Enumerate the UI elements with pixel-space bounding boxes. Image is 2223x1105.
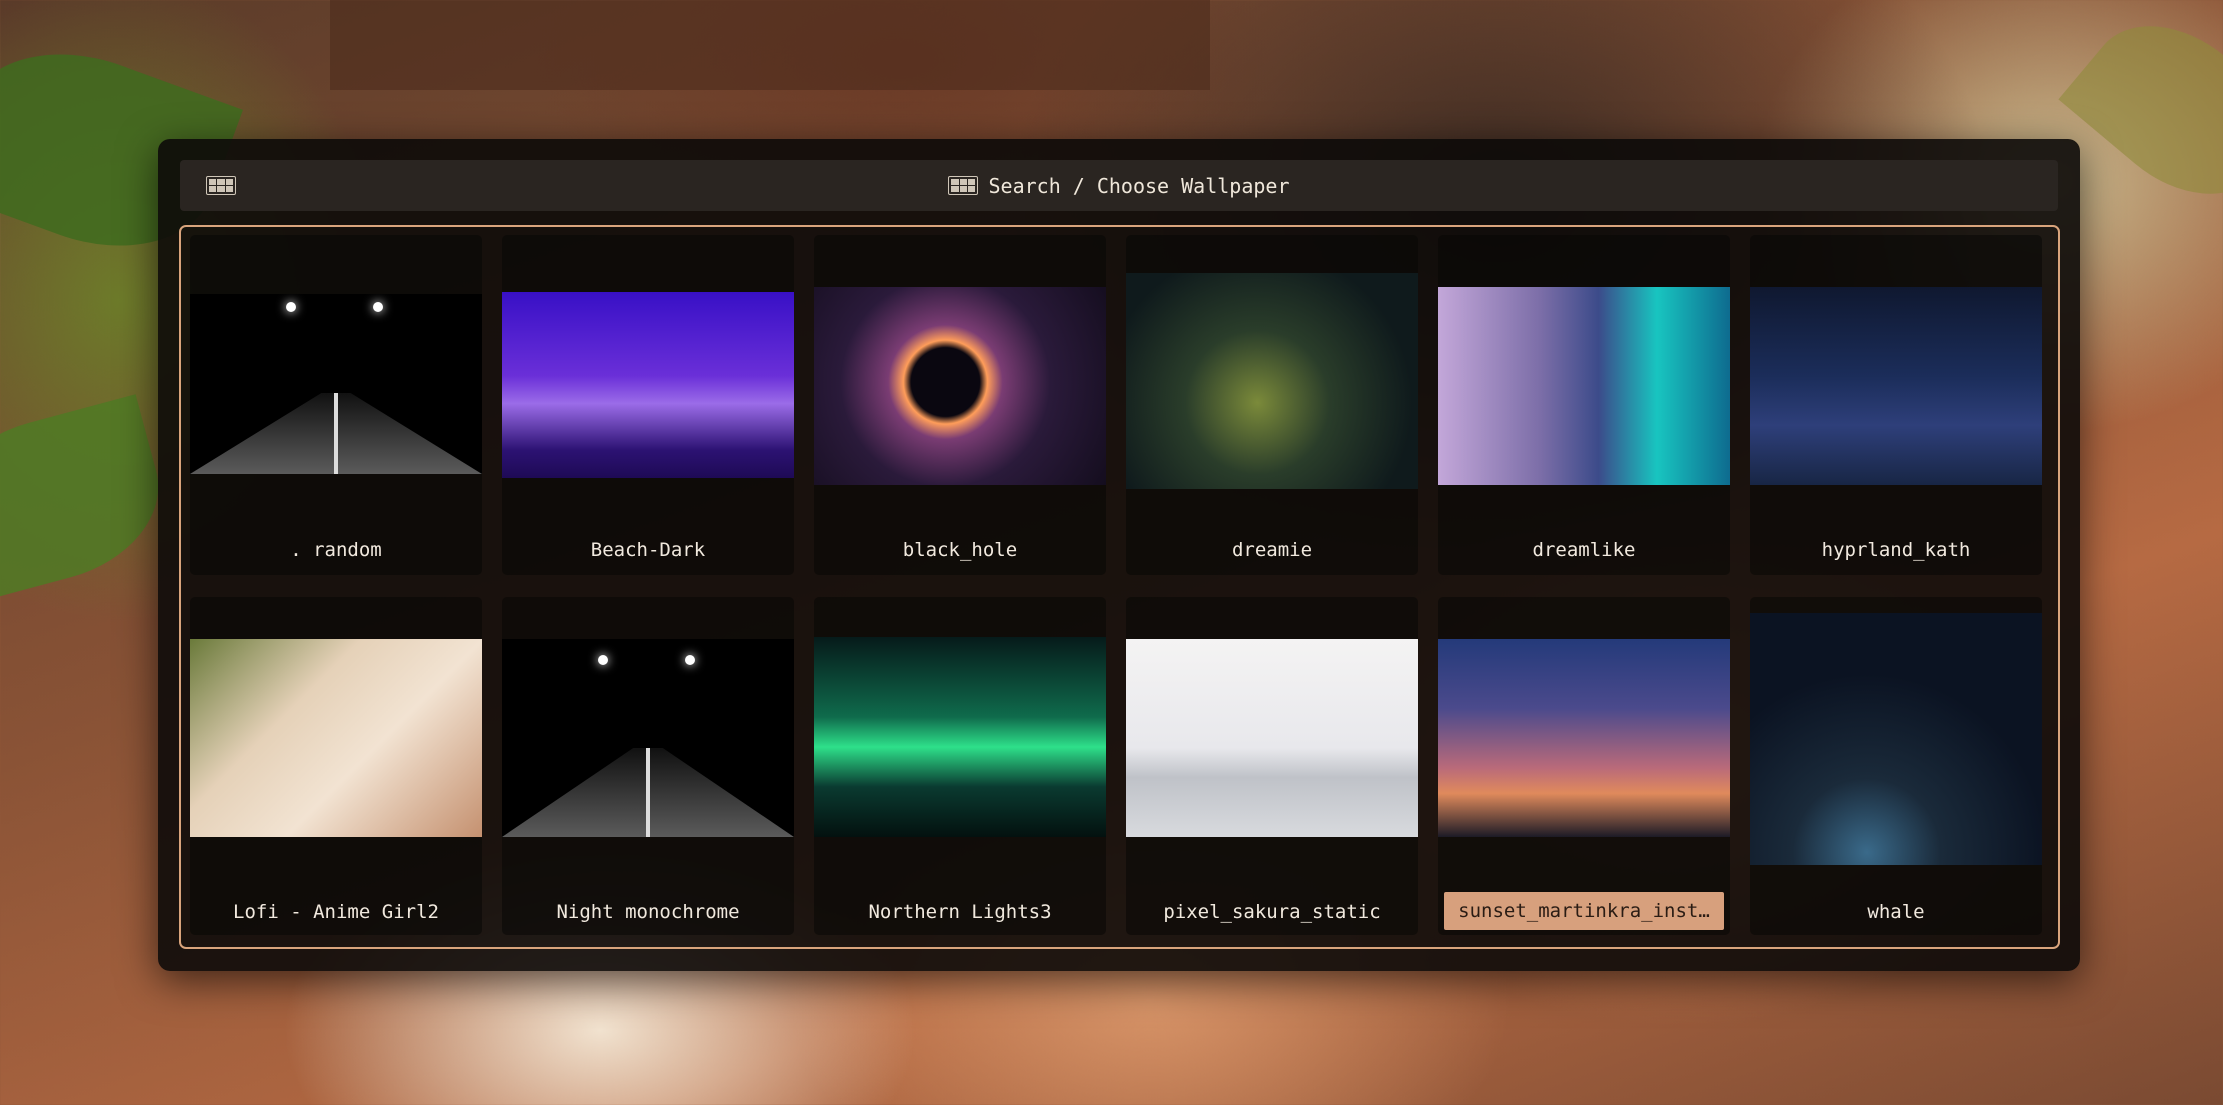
wallpaper-thumbnail <box>1126 639 1418 837</box>
wallpaper-thumbnail <box>502 639 794 837</box>
wallpaper-card-selected[interactable]: sunset_martinkra_inst… <box>1438 597 1730 935</box>
wallpaper-card[interactable]: dreamlike <box>1438 235 1730 575</box>
window-title-group: Search / Choose Wallpaper <box>948 173 1290 198</box>
wallpaper-card[interactable]: . random <box>190 235 482 575</box>
wallpaper-card[interactable]: Lofi - Anime Girl2 <box>190 597 482 935</box>
plant-leaf-decoration <box>2058 0 2223 228</box>
search-bar[interactable]: Search / Choose Wallpaper <box>180 160 2058 211</box>
wallpaper-thumbnail <box>1438 639 1730 837</box>
wallpaper-label: . random <box>290 539 382 561</box>
wallpaper-thumbnail <box>190 639 482 837</box>
wallpaper-picker-window: Search / Choose Wallpaper . random Beach… <box>158 139 2080 971</box>
wallpaper-thumbnail <box>1750 287 2042 485</box>
wallpaper-label: pixel_sakura_static <box>1163 901 1381 923</box>
wallpaper-label: hyprland_kath <box>1821 539 1971 561</box>
wallpaper-label: Northern Lights3 <box>868 901 1052 923</box>
wallpaper-grid: . random Beach-Dark black_hole dreamie d… <box>179 225 2060 949</box>
wallpaper-card[interactable]: Night monochrome <box>502 597 794 935</box>
bookshelf-decoration <box>330 0 1210 90</box>
wallpaper-thumbnail <box>1438 287 1730 485</box>
wallpaper-card[interactable]: dreamie <box>1126 235 1418 575</box>
wallpaper-card[interactable]: hyprland_kath <box>1750 235 2042 575</box>
wallpaper-card[interactable]: black_hole <box>814 235 1106 575</box>
wallpaper-thumbnail <box>190 294 482 474</box>
wallpaper-label: black_hole <box>902 539 1018 561</box>
wallpaper-card[interactable]: whale <box>1750 597 2042 935</box>
window-title: Search / Choose Wallpaper <box>988 173 1290 198</box>
plant-leaf-decoration <box>0 394 177 606</box>
wallpaper-card[interactable]: Northern Lights3 <box>814 597 1106 935</box>
gif-icon <box>206 176 236 195</box>
wallpaper-label: Beach-Dark <box>590 539 706 561</box>
wallpaper-label: whale <box>1867 901 1925 923</box>
wallpaper-label: sunset_martinkra_inst… <box>1444 892 1724 930</box>
wallpaper-thumbnail <box>502 292 794 478</box>
wallpaper-thumbnail <box>1126 273 1418 489</box>
wallpaper-card[interactable]: pixel_sakura_static <box>1126 597 1418 935</box>
wallpaper-card[interactable]: Beach-Dark <box>502 235 794 575</box>
wallpaper-label: Night monochrome <box>556 901 740 923</box>
wallpaper-label: Lofi - Anime Girl2 <box>233 901 439 923</box>
gif-icon <box>948 176 979 195</box>
wallpaper-label: dreamie <box>1231 539 1313 561</box>
wallpaper-label: dreamlike <box>1532 539 1636 561</box>
wallpaper-thumbnail <box>814 287 1106 485</box>
wallpaper-thumbnail <box>1750 613 2042 865</box>
wallpaper-thumbnail <box>814 637 1106 837</box>
